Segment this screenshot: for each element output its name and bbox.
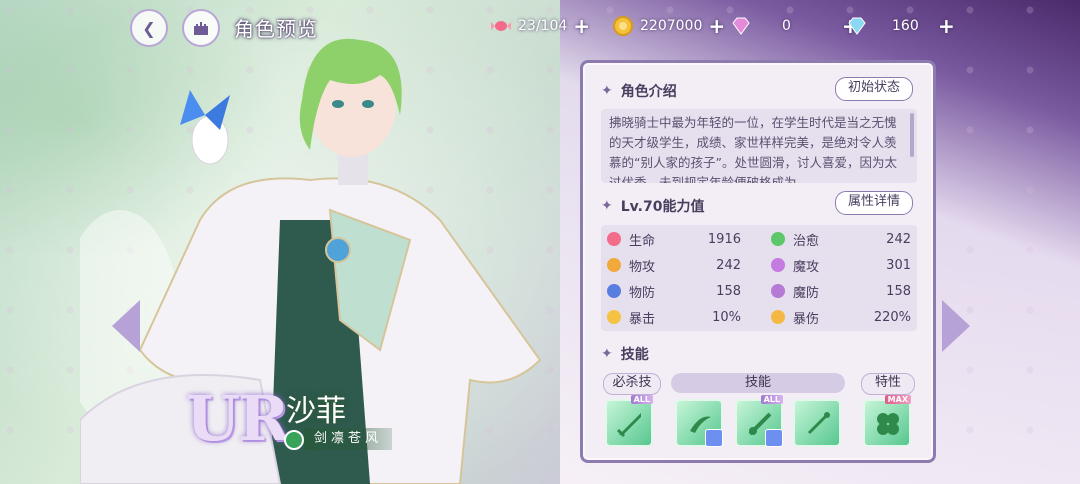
character-title: 剑凛苍风 bbox=[304, 428, 393, 450]
resource-pink-gem: 0 + bbox=[730, 14, 859, 38]
stat-value: 242 bbox=[886, 231, 911, 247]
clover-icon bbox=[877, 413, 899, 435]
stat-label: 魔防 bbox=[793, 285, 820, 301]
rarity-badge: UR bbox=[186, 382, 290, 455]
stat-value: 242 bbox=[716, 257, 741, 273]
candy-value: 23/104 bbox=[518, 18, 568, 34]
diamond-value: 160 bbox=[892, 18, 919, 34]
intro-description[interactable]: 拂晓骑士中最为年轻的一位，在学生时代是当之无愧的天才级学生，成绩、家世样样完美，… bbox=[601, 109, 917, 183]
castle-icon bbox=[194, 22, 208, 35]
sparkle-icon: ✦ bbox=[601, 83, 613, 99]
targets-badge-icon bbox=[705, 429, 723, 447]
stat-value: 158 bbox=[886, 283, 911, 299]
thrust-skill-icon bbox=[807, 412, 830, 435]
back-arrow-icon: ❮ bbox=[142, 18, 156, 38]
intro-heading-label: 角色介绍 bbox=[620, 84, 677, 100]
skill-slot-3[interactable] bbox=[793, 399, 841, 447]
ultimate-skill-slot[interactable]: ALL bbox=[605, 395, 653, 447]
pink-gem-icon bbox=[732, 17, 750, 35]
pink-gem-value: 0 bbox=[782, 18, 791, 34]
ultimate-label: 必杀技 bbox=[603, 373, 661, 395]
stat-crit-dmg: 暴伤 220% bbox=[771, 305, 911, 329]
stat-phys-def: 物防 158 bbox=[607, 279, 741, 303]
stats-heading-label: Lv.70能力值 bbox=[620, 199, 705, 215]
fist-icon bbox=[607, 258, 621, 272]
shield-icon bbox=[607, 284, 621, 298]
stat-label: 暴击 bbox=[629, 311, 656, 327]
resource-candy: 23/104 + bbox=[490, 14, 590, 38]
stat-label: 治愈 bbox=[793, 233, 820, 249]
intro-scrollbar[interactable] bbox=[910, 113, 914, 157]
skill-label: 技能 bbox=[671, 373, 845, 393]
initial-state-button[interactable]: 初始状态 bbox=[834, 77, 913, 101]
sparkle-icon: ✦ bbox=[601, 198, 613, 214]
character-info-panel: ✦ 角色介绍 初始状态 拂晓骑士中最为年轻的一位，在学生时代是当之无愧的天才级学… bbox=[580, 60, 936, 463]
skill-slot-2[interactable]: ALL bbox=[735, 395, 783, 447]
resource-gold: 2207000 + bbox=[612, 14, 725, 38]
stat-heal: 治愈 242 bbox=[771, 227, 911, 251]
all-tag: ALL bbox=[760, 395, 783, 404]
prev-character-arrow[interactable] bbox=[112, 300, 140, 352]
stat-value: 220% bbox=[873, 309, 911, 325]
stats-grid: 生命 1916 治愈 242 物攻 242 魔攻 301 物防 158 魔防 1… bbox=[601, 225, 917, 331]
skills-heading: ✦ 技能 bbox=[601, 344, 649, 364]
stat-value: 1916 bbox=[707, 231, 741, 247]
crit-star-icon bbox=[607, 310, 621, 324]
stat-label: 物攻 bbox=[629, 259, 656, 275]
top-bar: ❮ 角色预览 23/104 + 2207000 + 0 + 160 + bbox=[0, 0, 1080, 52]
trait-slot[interactable]: MAX bbox=[863, 395, 911, 447]
stat-label: 物防 bbox=[629, 285, 656, 301]
gold-coin-icon bbox=[613, 16, 633, 36]
stat-label: 暴伤 bbox=[793, 311, 820, 327]
candy-add-button[interactable]: + bbox=[573, 14, 590, 38]
sword-badge-icon bbox=[765, 429, 783, 447]
magic-shield-icon bbox=[771, 284, 785, 298]
stat-value: 158 bbox=[716, 283, 741, 299]
resource-diamond: 160 + bbox=[846, 14, 955, 38]
heal-icon bbox=[771, 232, 785, 246]
intro-text: 拂晓骑士中最为年轻的一位，在学生时代是当之无愧的天才级学生，成绩、家世样样完美，… bbox=[609, 115, 897, 183]
attribute-details-button[interactable]: 属性详情 bbox=[834, 191, 913, 215]
skills-heading-label: 技能 bbox=[620, 347, 649, 363]
wand-icon bbox=[771, 258, 785, 272]
sword-skill-icon bbox=[616, 413, 641, 438]
gold-value: 2207000 bbox=[640, 18, 703, 34]
all-tag: ALL bbox=[630, 395, 653, 404]
burst-icon bbox=[771, 310, 785, 324]
character-name: 沙菲 bbox=[286, 394, 346, 429]
stat-magic-atk: 魔攻 301 bbox=[771, 253, 911, 277]
sparkle-icon: ✦ bbox=[601, 346, 613, 362]
stat-crit: 暴击 10% bbox=[607, 305, 741, 329]
stat-value: 10% bbox=[712, 309, 741, 325]
diamond-add-button[interactable]: + bbox=[938, 14, 955, 38]
stat-value: 301 bbox=[886, 257, 911, 273]
max-tag: MAX bbox=[884, 395, 911, 404]
stat-magic-def: 魔防 158 bbox=[771, 279, 911, 303]
stat-label: 魔攻 bbox=[793, 259, 820, 275]
stat-phys-atk: 物攻 242 bbox=[607, 253, 741, 277]
gold-add-button[interactable]: + bbox=[708, 14, 725, 38]
home-button[interactable] bbox=[182, 9, 220, 47]
stat-hp: 生命 1916 bbox=[607, 227, 741, 251]
skill-slot-1[interactable] bbox=[675, 399, 723, 447]
heart-icon bbox=[607, 232, 621, 246]
wind-element-icon bbox=[284, 430, 304, 450]
stat-label: 生命 bbox=[629, 233, 656, 249]
next-character-arrow[interactable] bbox=[942, 300, 970, 352]
page-title: 角色预览 bbox=[234, 17, 318, 41]
candy-icon bbox=[491, 21, 511, 31]
blue-diamond-icon bbox=[848, 17, 866, 35]
stats-heading: ✦ Lv.70能力值 bbox=[601, 196, 704, 216]
trait-label: 特性 bbox=[861, 373, 915, 395]
intro-heading: ✦ 角色介绍 bbox=[601, 81, 677, 101]
back-button[interactable]: ❮ bbox=[130, 9, 168, 47]
